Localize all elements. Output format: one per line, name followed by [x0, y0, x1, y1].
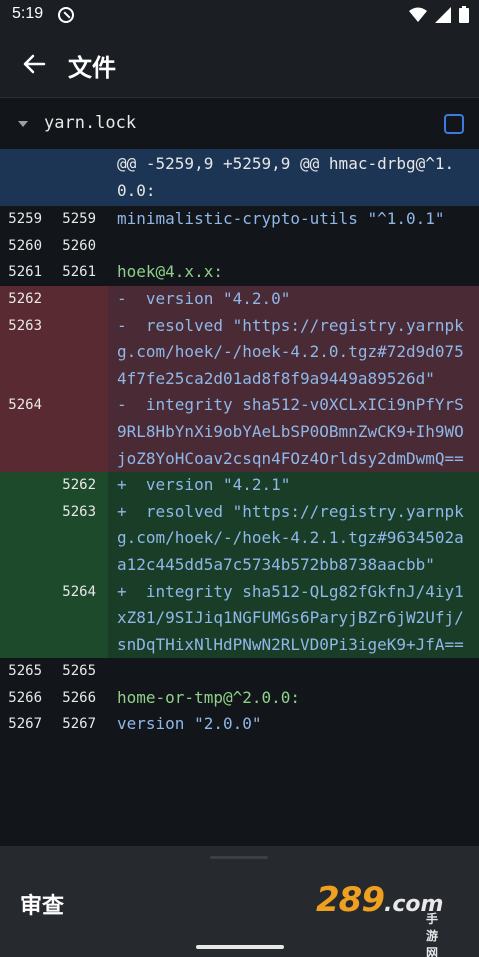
line-number-gutter: 5260 5260 [0, 232, 108, 260]
new-line-number: 5264 [62, 583, 96, 600]
code-line: - version "4.2.0" [108, 285, 479, 313]
code-line: home-or-tmp@^2.0.0: [108, 684, 479, 712]
diff-line-del[interactable]: 5264 - integrity sha512-v0XCLxICi9nPfYrS9… [0, 392, 479, 473]
old-line-number: 5260 [8, 237, 42, 254]
drag-handle[interactable] [210, 856, 268, 859]
gesture-nav-bar[interactable] [196, 945, 284, 949]
code-line: - resolved "https://registry.yarnpkg.com… [108, 312, 479, 393]
review-title: 审查 [20, 894, 65, 919]
line-number-gutter: 5266 5266 [0, 684, 108, 712]
watermark-number: 289 [316, 880, 385, 920]
diff-line-add[interactable]: 5263 + resolved "https://registry.yarnpkg… [0, 498, 479, 579]
code-line: hoek@4.x.x: [108, 259, 479, 286]
new-line-number: 5265 [62, 663, 96, 680]
diff-line-ctx[interactable]: 5261 5261 hoek@4.x.x: [0, 259, 479, 286]
review-panel[interactable]: 审查 289.com 手游网 [0, 846, 479, 957]
line-number-gutter: 5261 5261 [0, 259, 108, 286]
new-line-number: 5263 [62, 503, 96, 520]
line-number-gutter: 5262 [0, 472, 108, 499]
old-line-number: 5264 [8, 397, 42, 414]
diff-line-add[interactable]: 5264 + integrity sha512-QLg82fGkfnJ/4iy1x… [0, 578, 479, 659]
diff-line-ctx[interactable]: 5265 5265 [0, 658, 479, 685]
code-line: + integrity sha512-QLg82fGkfnJ/4iy1xZ81/… [108, 578, 479, 659]
line-number-gutter: 5267 5267 [0, 711, 108, 739]
diff-rows: 5259 5259 minimalistic-crypto-utils "^1.0.… [0, 206, 479, 739]
old-line-number [0, 499, 48, 579]
new-line-number: 5259 [62, 211, 96, 228]
status-icons [409, 6, 469, 23]
line-number-gutter: 5264 [0, 578, 108, 659]
diff-line-add[interactable]: 5262 + version "4.2.1" [0, 472, 479, 499]
code-line: + version "4.2.1" [108, 472, 479, 499]
notification-icon [58, 7, 74, 23]
code-line [108, 232, 479, 260]
new-line-number: 5260 [62, 237, 96, 254]
status-time: 5:19 [12, 5, 44, 22]
diff-line-ctx[interactable]: 5267 5267 version "2.0.0" [0, 711, 479, 739]
line-number-gutter: 5265 5265 [0, 658, 108, 685]
app-bar: 文件 [0, 30, 479, 98]
code-line: - integrity sha512-v0XCLxICi9nPfYrS9RL8H… [108, 392, 479, 473]
old-line-number [0, 579, 48, 659]
new-line-number: 5261 [62, 264, 96, 281]
viewed-checkbox[interactable] [444, 114, 464, 134]
file-header[interactable]: yarn.lock [0, 99, 479, 149]
old-line-number: 5266 [8, 689, 42, 706]
old-line-number: 5262 [8, 290, 42, 307]
code-line [108, 658, 479, 685]
wifi-icon [409, 7, 427, 22]
new-line-number [48, 286, 102, 313]
old-line-number: 5261 [8, 264, 42, 281]
old-line-number: 5263 [8, 317, 42, 334]
hunk-gutter [0, 149, 108, 207]
line-number-gutter: 5263 [0, 498, 108, 579]
code-line: version "2.0.0" [108, 711, 479, 739]
file-name: yarn.lock [44, 113, 137, 133]
page-title: 文件 [68, 54, 116, 82]
status-bar: 5:19 [0, 0, 479, 30]
hunk-header-row: @@ -5259,9 +5259,9 @@ hmac-drbg@^1.0.0: [0, 149, 479, 207]
diff-line-ctx[interactable]: 5259 5259 minimalistic-crypto-utils "^1.0.… [0, 206, 479, 233]
code-line: minimalistic-crypto-utils "^1.0.1" [108, 206, 479, 233]
new-line-number: 5266 [62, 689, 96, 706]
collapse-caret-icon[interactable] [18, 121, 28, 127]
old-line-number: 5259 [8, 211, 42, 228]
watermark-logo: 289.com 手游网 [316, 880, 443, 957]
new-line-number [48, 392, 102, 472]
diff-line-ctx[interactable]: 5266 5266 home-or-tmp@^2.0.0: [0, 684, 479, 712]
new-line-number: 5267 [62, 716, 96, 733]
old-line-number [0, 472, 48, 499]
line-number-gutter: 5262 [0, 285, 108, 313]
line-number-gutter: 5259 5259 [0, 206, 108, 233]
diff-line-del[interactable]: 5263 - resolved "https://registry.yarnpkg… [0, 312, 479, 393]
old-line-number: 5265 [8, 663, 42, 680]
old-line-number: 5267 [8, 716, 42, 733]
new-line-number: 5262 [62, 477, 96, 494]
diff-line-del[interactable]: 5262 - version "4.2.0" [0, 285, 479, 313]
code-line: + resolved "https://registry.yarnpkg.com… [108, 498, 479, 579]
diff-view[interactable]: @@ -5259,9 +5259,9 @@ hmac-drbg@^1.0.0: … [0, 149, 479, 739]
new-line-number [48, 313, 102, 393]
battery-icon [459, 6, 469, 23]
signal-icon [435, 6, 451, 23]
watermark-subtitle: 手游网 [426, 912, 439, 957]
hunk-header: @@ -5259,9 +5259,9 @@ hmac-drbg@^1.0.0: [108, 149, 479, 207]
line-number-gutter: 5264 [0, 392, 108, 473]
back-arrow-icon[interactable] [18, 48, 50, 80]
line-number-gutter: 5263 [0, 312, 108, 393]
diff-line-ctx[interactable]: 5260 5260 [0, 232, 479, 260]
